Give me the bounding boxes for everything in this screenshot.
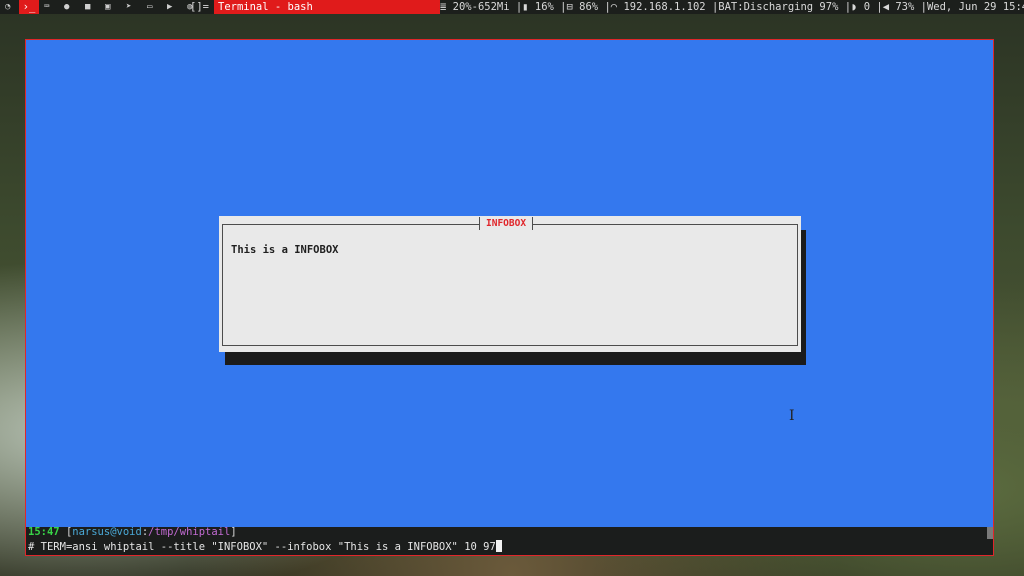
volume-icon: ◀ <box>882 1 890 13</box>
keyboard-icon[interactable]: ⌨ <box>44 0 49 14</box>
folder-icon[interactable]: ▭ <box>147 0 152 14</box>
date-time: Wed, Jun 29 15:48 <box>926 1 1024 13</box>
text-cursor-icon: I <box>789 408 795 424</box>
terminal-scrollbar[interactable] <box>987 527 993 539</box>
command-line[interactable]: # TERM=ansi whiptail --title "INFOBOX" -… <box>28 540 502 554</box>
volume-level: 73% <box>895 1 915 13</box>
cpu-usage: 16% <box>534 1 554 13</box>
battery-status: BAT:Discharging 97% <box>718 1 839 13</box>
status-blocks: ≣ 20%-652Mi |▮ 16% |⊟ 86% |◠ 192.168.1.1… <box>440 0 1024 14</box>
prompt-path: /tmp/whiptail <box>148 526 231 538</box>
infobox-dialog: INFOBOX This is a INFOBOX <box>219 216 801 352</box>
disk-icon: ⊟ <box>566 1 573 13</box>
shell-prompt: 15:47 [narsus@void:/tmp/whiptail] <box>28 526 237 538</box>
text-cursor <box>495 540 502 552</box>
window-title[interactable]: Terminal - bash <box>214 0 440 14</box>
dialog-border <box>222 224 798 346</box>
video-icon[interactable]: ■ <box>85 0 90 14</box>
prompt-symbol: # <box>28 541 35 553</box>
command-text[interactable]: TERM=ansi whiptail --title "INFOBOX" --i… <box>41 541 496 553</box>
image-icon[interactable]: ▣ <box>105 0 110 14</box>
telegram-icon[interactable]: ➤ <box>126 0 131 14</box>
layout-indicator[interactable]: []= <box>190 0 212 14</box>
play-icon[interactable]: ▶ <box>167 0 172 14</box>
top-status-bar: ◔ ›_ ⌨ ● ■ ▣ ➤ ▭ ▶ ◍ []= Terminal - bash… <box>0 0 1024 14</box>
wifi-icon: ◠ <box>610 1 618 13</box>
memory-icon: ≣ <box>440 1 447 13</box>
ip-address: 192.168.1.102 <box>623 1 706 13</box>
disk-usage: 86% <box>579 1 599 13</box>
github-icon[interactable]: ● <box>64 0 69 14</box>
prompt-time: 15:47 <box>28 526 60 538</box>
memory-usage: 20%-652Mi <box>452 1 510 13</box>
prompt-user-host: narsus@void <box>72 526 142 538</box>
dialog-title: INFOBOX <box>479 217 534 230</box>
cpu-icon: ▮ <box>522 1 529 13</box>
shield-icon: ◗ <box>851 1 858 13</box>
circle-icon[interactable]: ◔ <box>5 0 10 14</box>
dialog-message: This is a INFOBOX <box>231 244 339 256</box>
terminal-icon[interactable]: ›_ <box>19 0 39 14</box>
updates-count: 0 <box>863 1 871 13</box>
